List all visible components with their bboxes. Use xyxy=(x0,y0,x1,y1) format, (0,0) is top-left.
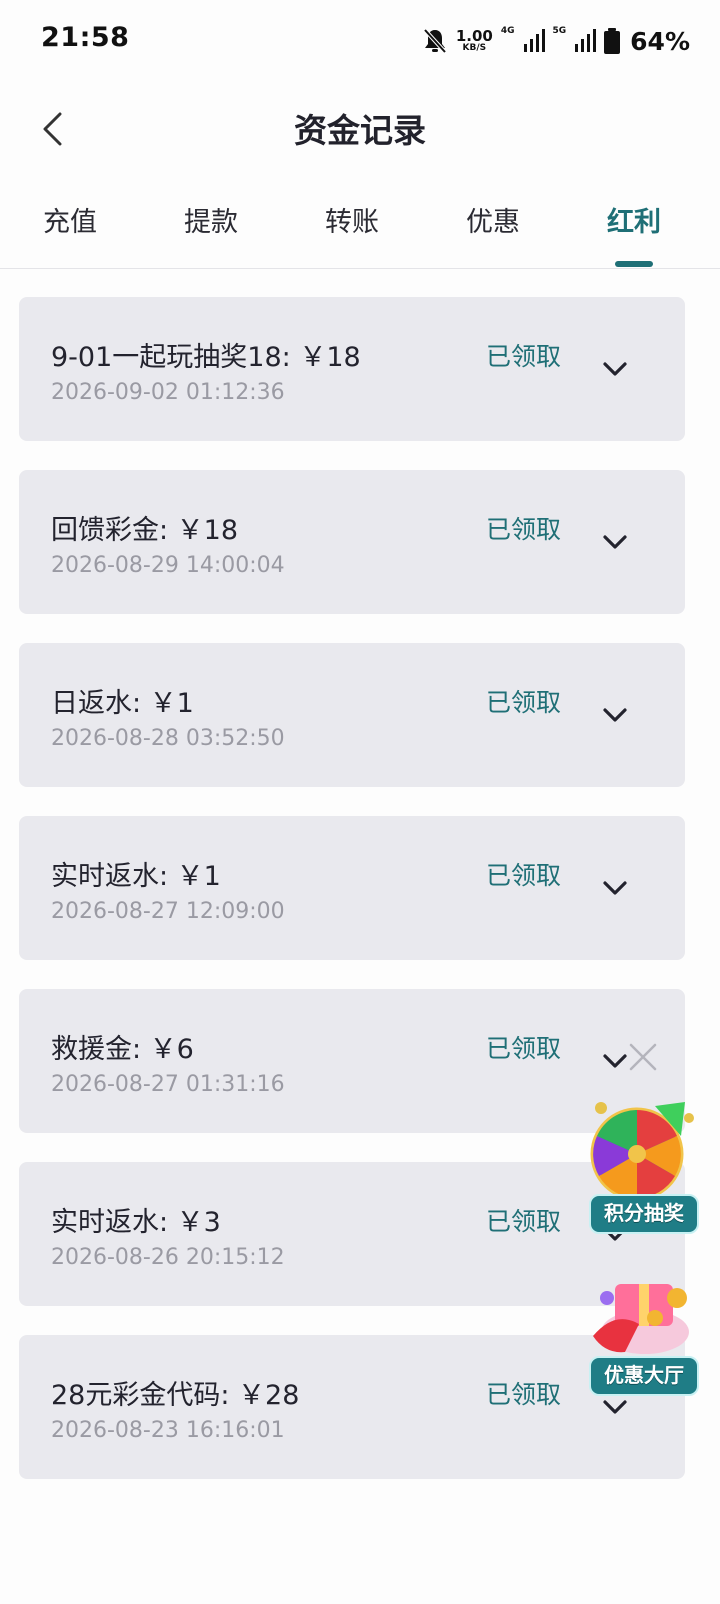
record-status: 已领取 xyxy=(486,1380,562,1409)
tab-bonus[interactable]: 红利 xyxy=(574,200,694,239)
tab-promotion[interactable]: 优惠 xyxy=(433,200,553,239)
network-speed: 1.00 KB/S xyxy=(456,29,493,53)
status-time: 21:58 xyxy=(41,22,130,53)
chevron-down-icon[interactable] xyxy=(599,699,631,731)
record-status: 已领取 xyxy=(486,1207,562,1236)
promo-hall-label: 优惠大厅 xyxy=(589,1356,699,1396)
record-tabs: 充值 提款 转账 优惠 红利 xyxy=(0,176,720,269)
record-card[interactable]: 实时返水: ￥1 2026-08-27 12:09:00 已领取 xyxy=(19,816,685,960)
record-title: 9-01一起玩抽奖18: ￥18 xyxy=(51,342,361,373)
mute-bell-icon xyxy=(423,28,447,54)
record-status: 已领取 xyxy=(486,688,562,717)
network-speed-unit: KB/S xyxy=(462,43,487,53)
battery-icon xyxy=(604,28,621,54)
record-status: 已领取 xyxy=(486,515,562,544)
record-date: 2026-08-23 16:16:01 xyxy=(51,1418,285,1443)
close-icon[interactable] xyxy=(626,1040,660,1074)
record-title: 回馈彩金: ￥18 xyxy=(51,515,239,546)
points-lottery-label: 积分抽奖 xyxy=(589,1194,699,1234)
promo-hall-button[interactable]: 优惠大厅 xyxy=(585,1258,703,1398)
network-type-1: 4G xyxy=(500,26,515,36)
tab-recharge[interactable]: 充值 xyxy=(10,200,130,239)
record-title: 28元彩金代码: ￥28 xyxy=(51,1380,300,1411)
network-type-2: 5G xyxy=(552,26,567,36)
status-icons: 1.00 KB/S 4G 5G 64% xyxy=(422,24,690,58)
record-status: 已领取 xyxy=(486,861,562,890)
active-tab-indicator xyxy=(615,261,653,267)
status-bar: 21:58 1.00 KB/S 4G 5G 64% xyxy=(0,0,720,82)
record-card[interactable]: 9-01一起玩抽奖18: ￥18 2026-09-02 01:12:36 已领取 xyxy=(19,297,685,441)
battery-percent: 64% xyxy=(630,26,690,56)
page-title: 资金记录 xyxy=(294,111,426,150)
record-date: 2026-08-28 03:52:50 xyxy=(51,726,285,751)
record-status: 已领取 xyxy=(486,1034,562,1063)
record-title: 日返水: ￥1 xyxy=(51,688,194,719)
network-speed-value: 1.00 xyxy=(455,27,493,45)
points-lottery-button[interactable]: 积分抽奖 xyxy=(585,1096,703,1236)
chevron-down-icon[interactable] xyxy=(599,353,631,385)
app-header: 资金记录 xyxy=(0,82,720,176)
record-title: 救援金: ￥6 xyxy=(51,1034,194,1065)
record-date: 2026-08-27 12:09:00 xyxy=(51,899,285,924)
record-card[interactable]: 日返水: ￥1 2026-08-28 03:52:50 已领取 xyxy=(19,643,685,787)
record-status: 已领取 xyxy=(486,342,562,371)
record-date: 2026-08-29 14:00:04 xyxy=(51,553,285,578)
record-date: 2026-09-02 01:12:36 xyxy=(51,380,285,405)
record-title: 实时返水: ￥1 xyxy=(51,861,221,892)
chevron-down-icon[interactable] xyxy=(599,872,631,904)
record-date: 2026-08-26 20:15:12 xyxy=(51,1245,285,1270)
signal-icon xyxy=(575,29,597,52)
record-date: 2026-08-27 01:31:16 xyxy=(51,1072,285,1097)
record-card[interactable]: 回馈彩金: ￥18 2026-08-29 14:00:04 已领取 xyxy=(19,470,685,614)
record-title: 实时返水: ￥3 xyxy=(51,1207,221,1238)
signal-icon xyxy=(523,29,545,52)
tab-withdraw[interactable]: 提款 xyxy=(151,200,271,239)
tab-transfer[interactable]: 转账 xyxy=(292,200,412,239)
chevron-down-icon[interactable] xyxy=(599,526,631,558)
